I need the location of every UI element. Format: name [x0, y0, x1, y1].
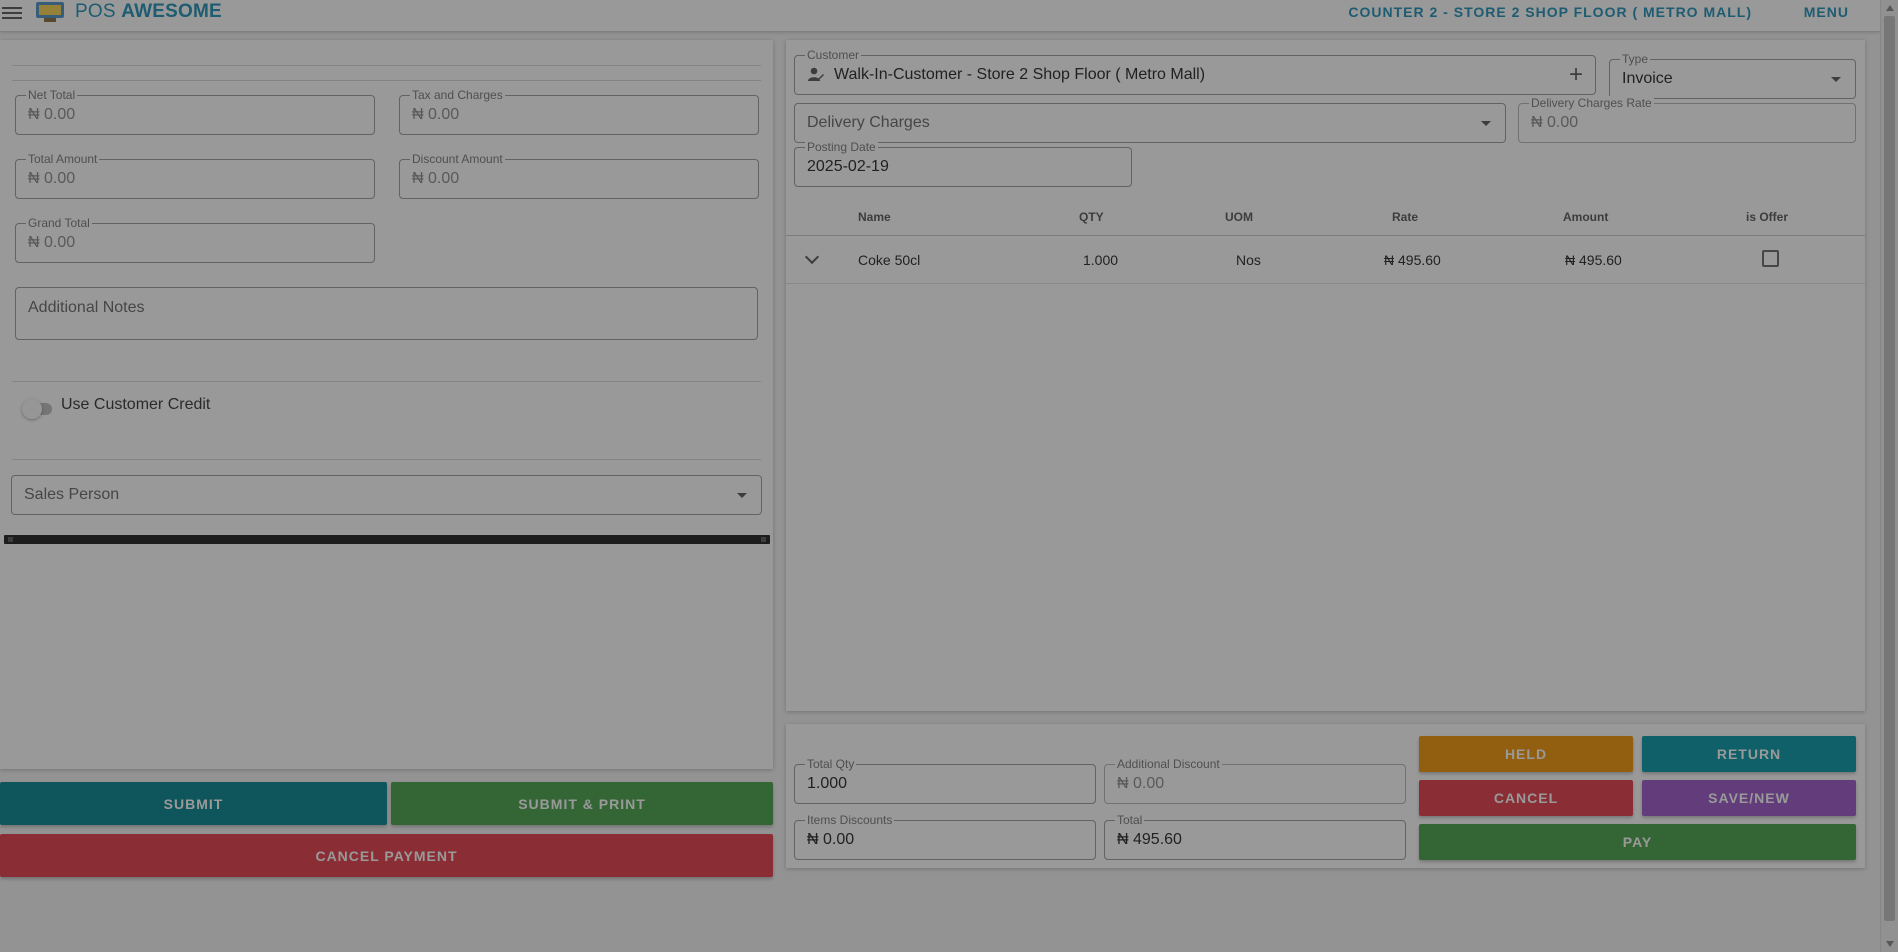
cancel-payment-button[interactable]: CANCEL PAYMENT	[0, 834, 773, 877]
scroll-thumb[interactable]	[1884, 16, 1895, 921]
pay-button[interactable]: PAY	[1419, 824, 1856, 860]
total-qty-field[interactable]: Total Qty 1.000	[794, 757, 1096, 804]
loading-bar	[4, 535, 770, 544]
item-uom: Nos	[1236, 252, 1261, 268]
chevron-down-icon	[1831, 77, 1841, 82]
table-row[interactable]: Coke 50cl 1.000 Nos ₦ 495.60 ₦ 495.60	[786, 236, 1865, 284]
total-field[interactable]: Total ₦ 495.60	[1104, 813, 1406, 860]
pos-logo-icon	[36, 2, 64, 22]
is-offer-checkbox[interactable]	[1762, 250, 1779, 267]
delivery-charges-select[interactable]: Delivery Charges	[794, 103, 1506, 143]
submit-print-button[interactable]: SUBMIT & PRINT	[391, 782, 773, 825]
held-button[interactable]: HELD	[1419, 736, 1633, 772]
item-rate: ₦ 495.60	[1384, 252, 1441, 268]
col-qty[interactable]: QTY	[1079, 210, 1104, 224]
additional-notes-input[interactable]: Additional Notes	[15, 287, 758, 340]
add-customer-icon[interactable]: +	[1569, 63, 1583, 87]
cancel-button[interactable]: CANCEL	[1419, 780, 1633, 816]
additional-discount-field[interactable]: Additional Discount ₦ 0.00	[1104, 757, 1406, 804]
tax-charges-field[interactable]: Tax and Charges ₦ 0.00	[399, 88, 759, 135]
chevron-down-icon	[1481, 121, 1491, 126]
items-discounts-field[interactable]: Items Discounts ₦ 0.00	[794, 813, 1096, 860]
customer-credit-toggle[interactable]	[16, 398, 54, 419]
divider	[12, 459, 761, 460]
toggle-knob	[22, 399, 42, 419]
menu-button[interactable]: MENU	[1804, 4, 1849, 20]
col-uom[interactable]: UOM	[1225, 210, 1253, 224]
net-total-field[interactable]: Net Total ₦ 0.00	[15, 88, 375, 135]
divider	[12, 65, 761, 66]
customer-credit-label: Use Customer Credit	[61, 396, 211, 413]
delivery-rate-field[interactable]: Delivery Charges Rate ₦ 0.00	[1518, 96, 1856, 143]
item-amount: ₦ 495.60	[1565, 252, 1622, 268]
divider	[12, 381, 761, 382]
col-amount[interactable]: Amount	[1563, 210, 1608, 224]
item-qty: 1.000	[1083, 252, 1119, 268]
grand-total-field[interactable]: Grand Total ₦ 0.00	[15, 216, 375, 263]
payment-panel: Net Total ₦ 0.00 Tax and Charges ₦ 0.00 …	[0, 40, 773, 769]
account-edit-icon	[808, 67, 824, 81]
menu-hamburger-icon[interactable]	[2, 4, 22, 20]
brand-title: POS AWESOME	[75, 1, 222, 22]
chevron-down-icon	[737, 493, 747, 498]
posting-date-field[interactable]: Posting Date 2025-02-19	[794, 140, 1132, 187]
divider	[12, 80, 761, 81]
scroll-up-icon[interactable]	[1886, 5, 1894, 11]
total-amount-field[interactable]: Total Amount ₦ 0.00	[15, 152, 375, 199]
app-bar: POS AWESOME COUNTER 2 - STORE 2 SHOP FLO…	[0, 0, 1880, 32]
store-name[interactable]: COUNTER 2 - STORE 2 SHOP FLOOR ( METRO M…	[1348, 4, 1752, 20]
type-select[interactable]: Type Invoice	[1609, 52, 1856, 99]
scroll-down-icon[interactable]	[1886, 941, 1894, 947]
return-button[interactable]: RETURN	[1642, 736, 1856, 772]
items-table-header: Name QTY UOM Rate Amount is Offer	[786, 195, 1865, 236]
sales-person-select[interactable]: Sales Person	[11, 475, 762, 515]
col-name[interactable]: Name	[858, 210, 891, 224]
customer-select[interactable]: Customer Walk-In-Customer - Store 2 Shop…	[794, 48, 1596, 95]
item-name: Coke 50cl	[858, 252, 921, 268]
col-is-offer[interactable]: is Offer	[1746, 210, 1788, 224]
col-rate[interactable]: Rate	[1392, 210, 1418, 224]
vertical-scrollbar[interactable]	[1880, 0, 1898, 952]
save-new-button[interactable]: SAVE/NEW	[1642, 780, 1856, 816]
discount-amount-field[interactable]: Discount Amount ₦ 0.00	[399, 152, 759, 199]
submit-button[interactable]: SUBMIT	[0, 782, 387, 825]
